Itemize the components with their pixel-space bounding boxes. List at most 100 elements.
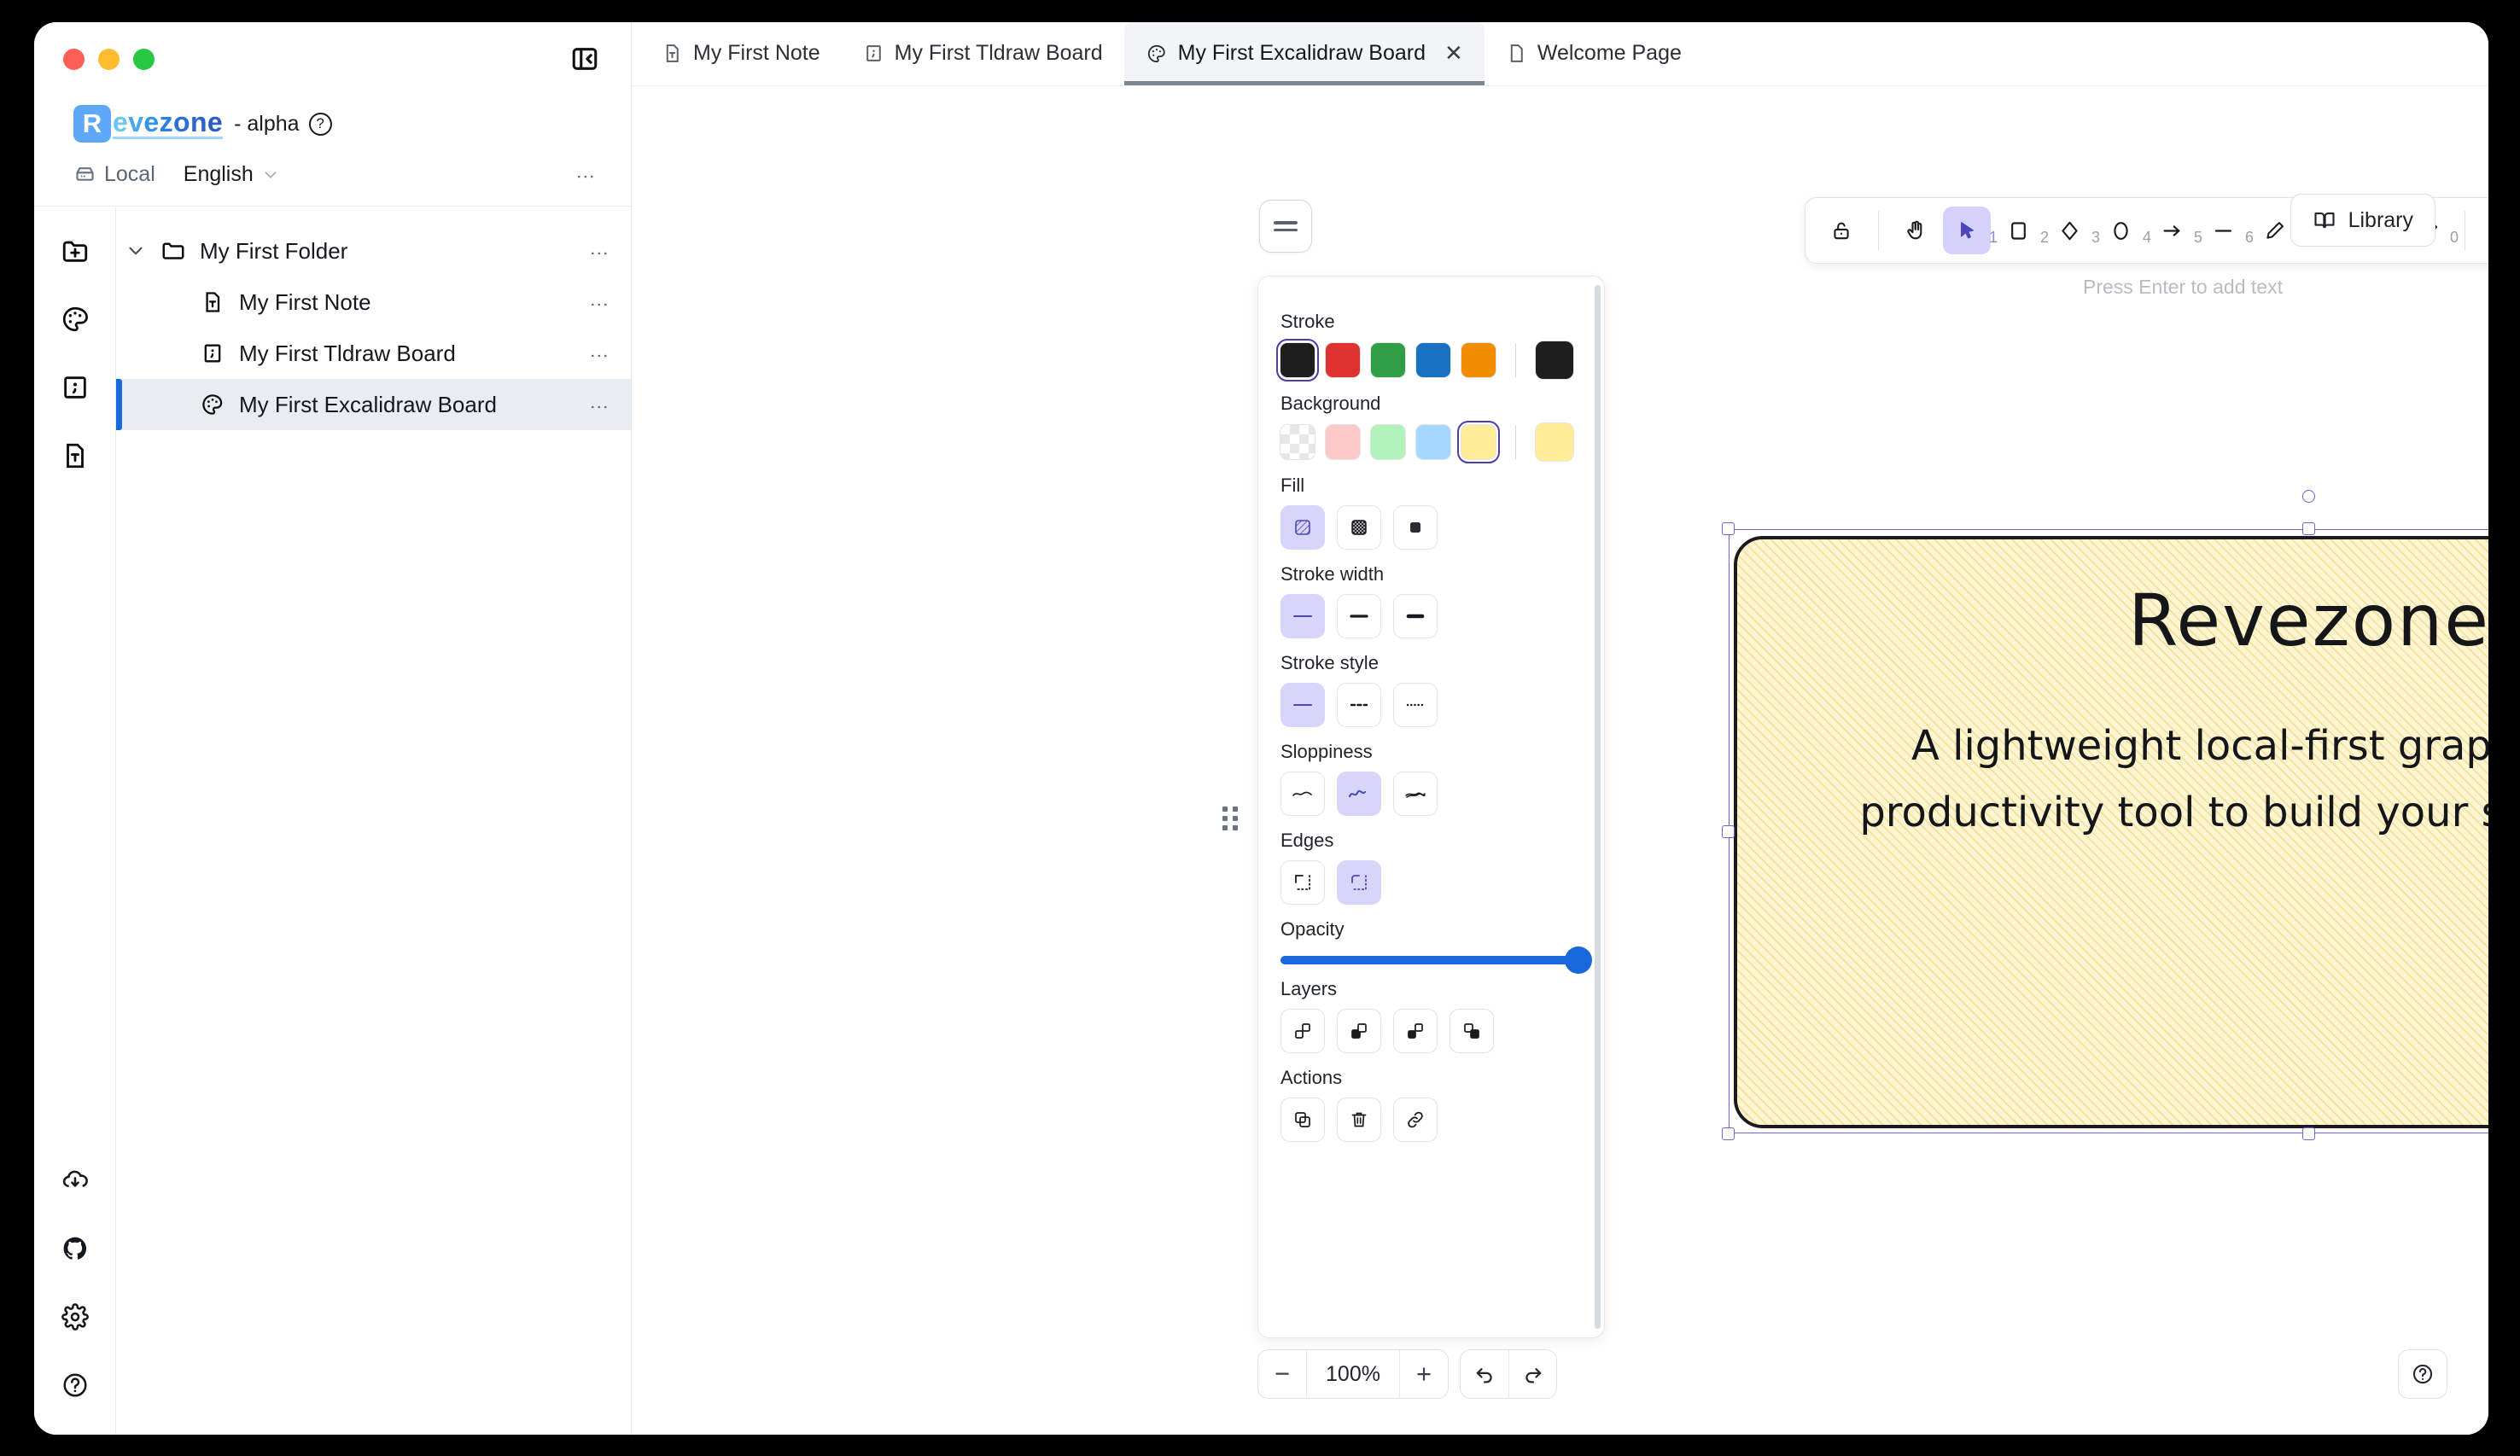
stroke-width-extra-bold-button[interactable] <box>1393 594 1438 638</box>
stroke-swatch-blue[interactable] <box>1416 343 1450 377</box>
hand-icon[interactable] <box>1892 207 1940 254</box>
add-folder-icon[interactable] <box>53 229 97 273</box>
language-selector[interactable]: English <box>184 162 280 187</box>
resize-handle-sw[interactable] <box>1722 1127 1735 1140</box>
redo-button[interactable] <box>1508 1349 1556 1399</box>
collapse-sidebar-icon[interactable] <box>568 42 602 76</box>
help-icon[interactable] <box>53 1363 97 1407</box>
fill-cross-hatch-button[interactable] <box>1337 505 1381 550</box>
library-button[interactable]: Library <box>2290 194 2435 247</box>
undo-button[interactable] <box>1461 1349 1508 1399</box>
selection-icon[interactable]: 1 <box>1943 207 1991 254</box>
background-label: Background <box>1280 393 1582 415</box>
properties-scrollbar[interactable] <box>1595 285 1601 1329</box>
line-icon[interactable]: 6 <box>2199 207 2247 254</box>
sloppiness-cartoonist-button[interactable] <box>1393 772 1438 816</box>
opacity-slider[interactable] <box>1280 956 1584 964</box>
tree-item-more-menu-icon[interactable]: ⋮ <box>594 347 605 361</box>
excalidraw-canvas[interactable]: Press Enter to add text <box>632 86 2488 1435</box>
rectangle-icon[interactable]: 2 <box>1994 207 2042 254</box>
rotate-handle[interactable] <box>2302 490 2315 503</box>
lock-icon[interactable] <box>1817 207 1865 254</box>
stroke-style-solid-button[interactable] <box>1280 683 1325 727</box>
github-icon[interactable] <box>53 1226 97 1271</box>
send-to-back-button[interactable] <box>1280 1009 1325 1053</box>
storage-indicator[interactable]: Local <box>73 162 155 187</box>
minimize-window-button[interactable] <box>98 49 120 70</box>
background-current-color[interactable] <box>1536 423 1573 461</box>
tab-my-first-tldraw-board[interactable]: My First Tldraw Board <box>842 22 1124 85</box>
stroke-swatch-red[interactable] <box>1326 343 1360 377</box>
about-help-icon[interactable]: ? <box>309 113 332 136</box>
palette-icon[interactable] <box>53 297 97 341</box>
resize-handle-s[interactable] <box>2302 1127 2315 1140</box>
file-tree: My First Folder ⋮ My First Note ⋮ <box>116 207 631 1435</box>
stroke-current-color[interactable] <box>1536 341 1573 379</box>
stroke-width-thin-button[interactable] <box>1280 594 1325 638</box>
tree-row[interactable]: My First Folder ⋮ <box>116 225 631 277</box>
stroke-swatch-green[interactable] <box>1371 343 1405 377</box>
tree-row[interactable]: My First Tldraw Board ⋮ <box>116 328 631 379</box>
bring-forward-button[interactable] <box>1450 1009 1494 1053</box>
delete-button[interactable] <box>1337 1098 1381 1142</box>
add-note-icon[interactable] <box>53 434 97 478</box>
tab-welcome-page[interactable]: Welcome Page <box>1485 22 1703 85</box>
arrow-icon[interactable]: 5 <box>2148 207 2196 254</box>
send-backward-button[interactable] <box>1337 1009 1381 1053</box>
close-window-button[interactable] <box>63 49 85 70</box>
stroke-swatch-black[interactable] <box>1280 343 1315 377</box>
panel-drag-handle[interactable] <box>1221 803 1240 834</box>
background-swatch-blue[interactable] <box>1416 425 1450 459</box>
stroke-style-dashed-button[interactable] <box>1337 683 1381 727</box>
bring-to-front-button[interactable] <box>1393 1009 1438 1053</box>
settings-icon[interactable] <box>53 1295 97 1339</box>
zoom-out-button[interactable]: − <box>1258 1349 1306 1399</box>
workspace-more-menu-icon[interactable]: ⋮ <box>580 167 592 182</box>
download-icon[interactable] <box>53 1158 97 1203</box>
sloppiness-row <box>1280 772 1582 816</box>
resize-handle-n[interactable] <box>2302 522 2315 535</box>
duplicate-button[interactable] <box>1280 1098 1325 1142</box>
stroke-width-bold-button[interactable] <box>1337 594 1381 638</box>
tab-my-first-note[interactable]: My First Note <box>640 22 842 85</box>
ellipse-icon[interactable]: 4 <box>2097 207 2144 254</box>
opacity-slider-thumb[interactable] <box>1565 946 1592 974</box>
shapes-icon[interactable] <box>2478 207 2488 254</box>
chevron-down-icon[interactable] <box>116 240 155 262</box>
stroke-style-row <box>1280 683 1582 727</box>
sloppiness-artist-button[interactable] <box>1337 772 1381 816</box>
resize-handle-w[interactable] <box>1722 825 1735 838</box>
stroke-style-dotted-button[interactable] <box>1393 683 1438 727</box>
stroke-width-label: Stroke width <box>1280 563 1582 585</box>
tab-close-icon[interactable]: ✕ <box>1444 40 1463 67</box>
tree-item-more-menu-icon[interactable]: ⋮ <box>594 398 605 412</box>
maximize-window-button[interactable] <box>133 49 155 70</box>
palette-icon <box>195 392 230 417</box>
fill-solid-button[interactable] <box>1393 505 1438 550</box>
resize-handle-nw[interactable] <box>1722 522 1735 535</box>
tree-row[interactable]: My First Note ⋮ <box>116 277 631 328</box>
fill-hachure-button[interactable] <box>1280 505 1325 550</box>
diamond-icon[interactable]: 3 <box>2045 207 2093 254</box>
background-swatch-transparent[interactable] <box>1280 425 1315 459</box>
stroke-swatch-orange[interactable] <box>1461 343 1496 377</box>
background-swatch-green[interactable] <box>1371 425 1405 459</box>
tree-item-more-menu-icon[interactable]: ⋮ <box>594 295 605 310</box>
background-swatch-pink[interactable] <box>1326 425 1360 459</box>
canvas-help-button[interactable] <box>2398 1349 2447 1399</box>
edges-sharp-button[interactable] <box>1280 860 1325 905</box>
opacity-label: Opacity <box>1280 918 1582 941</box>
link-button[interactable] <box>1393 1098 1438 1142</box>
tree-item-more-menu-icon[interactable]: ⋮ <box>594 244 605 259</box>
tree-row-selected[interactable]: My First Excalidraw Board ⋮ <box>116 379 631 430</box>
zoom-level-value[interactable]: 100% <box>1306 1349 1400 1399</box>
swatch-divider <box>1515 425 1516 459</box>
sloppiness-architect-button[interactable] <box>1280 772 1325 816</box>
background-swatch-yellow[interactable] <box>1461 425 1496 459</box>
menu-button[interactable] <box>1259 200 1312 253</box>
tab-my-first-excalidraw-board[interactable]: My First Excalidraw Board ✕ <box>1124 22 1485 85</box>
language-label: English <box>184 162 254 187</box>
edges-round-button[interactable] <box>1337 860 1381 905</box>
tldraw-icon[interactable] <box>53 365 97 410</box>
zoom-in-button[interactable]: + <box>1400 1349 1448 1399</box>
